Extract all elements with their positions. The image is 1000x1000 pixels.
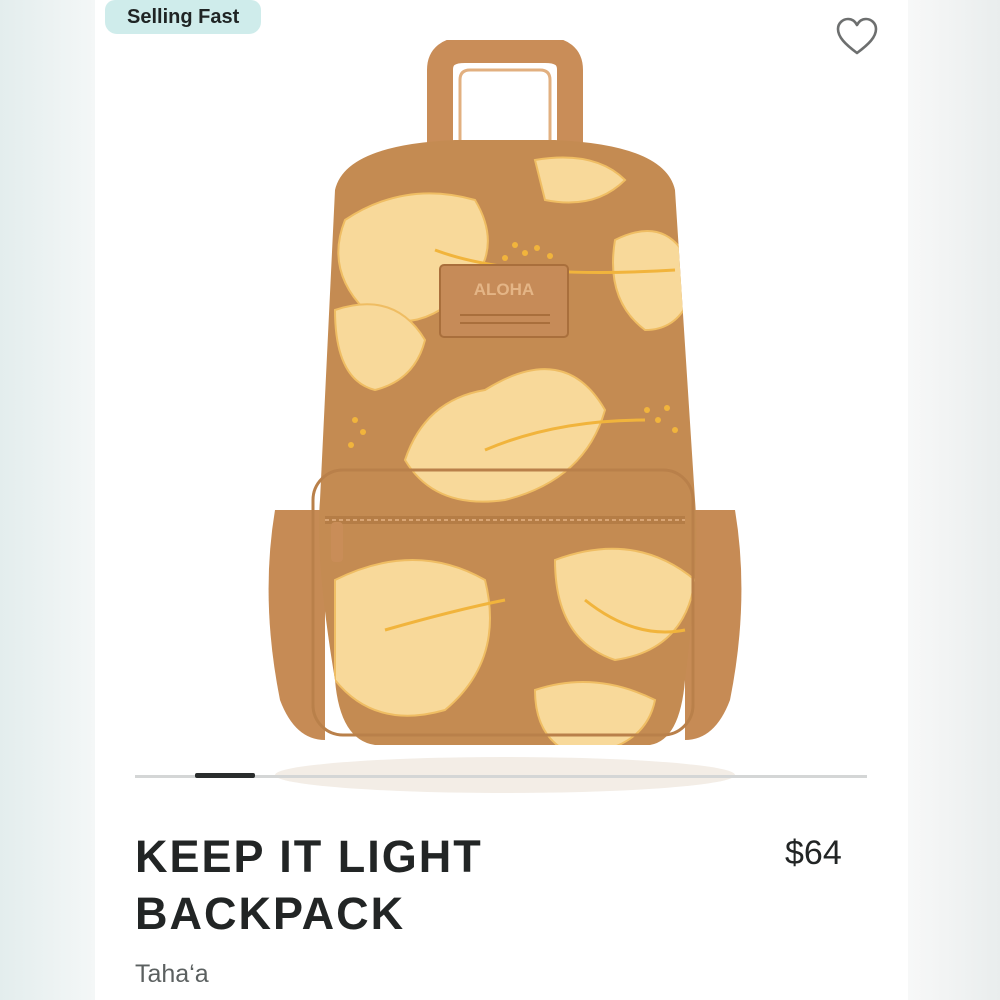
logo-patch: ALOHA xyxy=(439,264,569,338)
left-background xyxy=(0,0,95,1000)
selling-fast-badge: Selling Fast xyxy=(105,0,262,34)
product-card[interactable]: Selling Fast ALOHA KEEP IT LIGHT BACKPAC… xyxy=(95,0,908,1000)
product-variant: Taha‘a xyxy=(135,960,209,988)
svg-text:ALOHA: ALOHA xyxy=(474,280,534,299)
favorite-button[interactable] xyxy=(835,16,879,58)
product-title: KEEP IT LIGHT BACKPACK xyxy=(135,831,483,939)
backpack-strap xyxy=(427,40,583,155)
zipper-pull xyxy=(331,522,343,562)
carousel-indicator-active[interactable] xyxy=(195,773,255,778)
right-background xyxy=(908,0,1000,1000)
product-image[interactable]: ALOHA xyxy=(255,40,755,800)
product-price: $64 xyxy=(785,834,842,872)
backpack-body xyxy=(319,140,697,745)
heart-outline-icon xyxy=(836,17,878,55)
